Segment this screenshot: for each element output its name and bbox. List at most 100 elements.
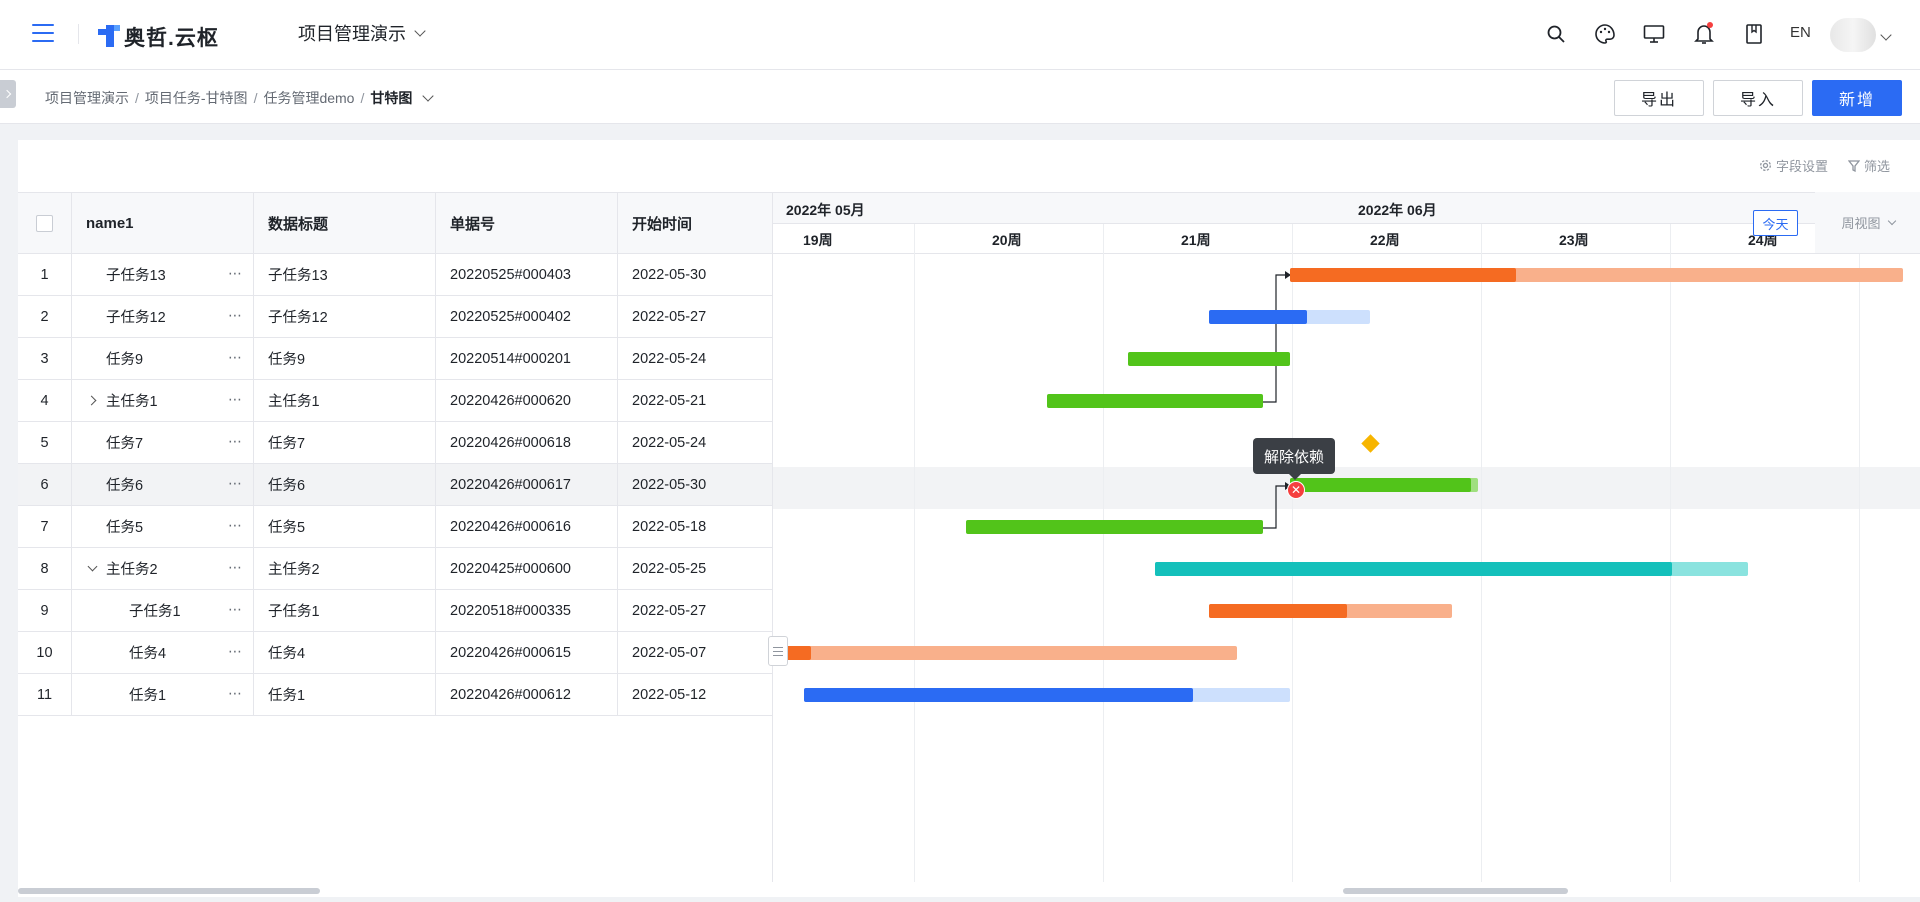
card-toolbar: 字段设置 筛选 (1739, 156, 1890, 175)
table-scrollbar[interactable] (18, 888, 320, 894)
palette-icon[interactable] (1591, 20, 1619, 48)
gantt-chart: 2022年 05月 2022年 06月 19周 20周 21周 22周 23周 24周 今… (772, 192, 1920, 882)
project-select[interactable]: 项目管理演示 (298, 20, 426, 46)
name-cell[interactable]: 主任务1 ⋯ (72, 380, 254, 421)
gantt-scrollbar[interactable] (1343, 888, 1568, 894)
more-icon[interactable]: ⋯ (228, 601, 243, 618)
book-icon[interactable] (1740, 20, 1768, 48)
today-button[interactable]: 今天 (1753, 210, 1798, 236)
more-icon[interactable]: ⋯ (228, 349, 243, 366)
task-bar[interactable] (1155, 562, 1672, 576)
more-icon[interactable]: ⋯ (228, 391, 243, 408)
breadcrumb-bar: 项目管理演示 / 项目任务-甘特图 / 任务管理demo / 甘特图 导出 导入… (0, 70, 1920, 124)
table-row[interactable]: 4 主任务1 ⋯ 主任务1 20220426#000620 2022-05-21 (18, 380, 772, 422)
view-select-label: 周视图 (1841, 216, 1881, 231)
table-row[interactable]: 9 子任务1 ⋯ 子任务1 20220518#000335 2022-05-27 (18, 590, 772, 632)
field-settings-button[interactable]: 字段设置 (1759, 156, 1828, 175)
more-icon[interactable]: ⋯ (228, 307, 243, 324)
breadcrumb-separator: / (360, 90, 365, 106)
task-name: 任务6 (106, 478, 144, 494)
chevron-down-icon[interactable] (86, 562, 100, 576)
name-cell[interactable]: 子任务13 ⋯ (72, 254, 254, 295)
more-icon[interactable]: ⋯ (228, 265, 243, 282)
task-bar[interactable] (1290, 268, 1516, 282)
column-header[interactable]: 开始时间 (618, 193, 772, 253)
start-cell: 2022-05-12 (632, 686, 707, 703)
breadcrumb-item[interactable]: 项目管理演示 (45, 88, 129, 108)
code-cell: 20220525#000403 (436, 254, 618, 295)
task-bar[interactable] (1128, 352, 1290, 366)
table-row[interactable]: 1 子任务13 ⋯ 子任务13 20220525#000403 2022-05-30 (18, 254, 772, 296)
code-cell: 20220514#000201 (436, 338, 618, 379)
code-cell: 20220518#000335 (436, 590, 618, 631)
table-row[interactable]: 3 任务9 ⋯ 任务9 20220514#000201 2022-05-24 (18, 338, 772, 380)
name-cell[interactable]: 子任务1 ⋯ (72, 590, 254, 631)
name-cell[interactable]: 任务1 ⋯ (72, 674, 254, 715)
breadcrumb-item[interactable]: 项目任务-甘特图 (145, 88, 248, 108)
menu-icon[interactable] (32, 22, 54, 44)
sidebar-expand-icon[interactable] (0, 80, 16, 108)
export-button[interactable]: 导出 (1614, 80, 1704, 116)
gantt-canvas (1263, 271, 1380, 529)
avatar[interactable] (1830, 18, 1876, 52)
table-row[interactable]: 6 任务6 ⋯ 任务6 20220426#000617 2022-05-30 (18, 464, 772, 506)
table-row[interactable]: 11 任务1 ⋯ 任务1 20220426#000612 2022-05-12 (18, 674, 772, 716)
breadcrumb-current[interactable]: 甘特图 (370, 88, 412, 108)
chevron-down-icon[interactable] (1880, 26, 1892, 44)
more-icon[interactable]: ⋯ (228, 643, 243, 660)
start-cell: 2022-05-24 (632, 434, 707, 451)
table-row[interactable]: 5 任务7 ⋯ 任务7 20220426#000618 2022-05-24 (18, 422, 772, 464)
divider (78, 24, 79, 44)
filter-button[interactable]: 筛选 (1847, 156, 1890, 175)
import-button[interactable]: 导入 (1713, 80, 1803, 116)
task-bar[interactable] (1047, 394, 1263, 408)
chevron-right-icon[interactable] (86, 394, 100, 408)
task-bar[interactable] (1290, 478, 1471, 492)
more-icon[interactable]: ⋯ (228, 517, 243, 534)
select-all-checkbox[interactable] (36, 214, 53, 232)
monitor-icon[interactable] (1640, 20, 1668, 48)
more-icon[interactable]: ⋯ (228, 685, 243, 702)
week-gridline (1481, 224, 1482, 882)
unlink-dependency-icon[interactable]: ✕ (1287, 481, 1305, 499)
name-cell[interactable]: 任务4 ⋯ (72, 632, 254, 673)
name-cell[interactable]: 主任务2 ⋯ (72, 548, 254, 589)
milestone-marker[interactable] (1361, 434, 1380, 453)
logo[interactable]: 奥哲.云枢 (98, 22, 219, 52)
table-row[interactable]: 8 主任务2 ⋯ 主任务2 20220425#000600 2022-05-25 (18, 548, 772, 590)
task-bar[interactable] (1209, 604, 1347, 618)
split-handle-icon[interactable] (768, 636, 788, 666)
language-switch[interactable]: EN (1790, 24, 1811, 41)
add-button[interactable]: 新增 (1812, 80, 1902, 116)
task-table: name1 数据标题 单据号 开始时间 1 子任务13 ⋯ 子任务13 20220525… (18, 192, 772, 716)
column-header[interactable]: 单据号 (436, 193, 618, 253)
more-icon[interactable]: ⋯ (228, 433, 243, 450)
chevron-down-icon[interactable] (422, 90, 435, 102)
table-row[interactable]: 7 任务5 ⋯ 任务5 20220426#000616 2022-05-18 (18, 506, 772, 548)
week-gridline (1670, 224, 1671, 882)
more-icon[interactable]: ⋯ (228, 475, 243, 492)
code-cell: 20220426#000616 (436, 506, 618, 547)
name-cell[interactable]: 任务6 ⋯ (72, 464, 254, 505)
name-cell[interactable]: 任务5 ⋯ (72, 506, 254, 547)
column-header[interactable]: name1 (72, 193, 254, 253)
task-name: 子任务13 (106, 268, 166, 284)
task-bar[interactable] (804, 688, 1193, 702)
start-cell: 2022-05-30 (632, 266, 707, 283)
more-icon[interactable]: ⋯ (228, 559, 243, 576)
name-cell[interactable]: 任务7 ⋯ (72, 422, 254, 463)
task-bar[interactable] (966, 520, 1263, 534)
task-bar[interactable] (1209, 310, 1307, 324)
row-number: 2 (18, 296, 72, 337)
start-cell: 2022-05-27 (632, 308, 707, 325)
table-row[interactable]: 2 子任务12 ⋯ 子任务12 20220525#000402 2022-05-27 (18, 296, 772, 338)
name-cell[interactable]: 子任务12 ⋯ (72, 296, 254, 337)
task-bar-remaining[interactable] (773, 646, 1237, 660)
view-select[interactable]: 周视图 (1815, 192, 1920, 254)
search-icon[interactable] (1542, 20, 1570, 48)
table-row[interactable]: 10 任务4 ⋯ 任务4 20220426#000615 2022-05-07 (18, 632, 772, 674)
breadcrumb-item[interactable]: 任务管理demo (263, 88, 354, 108)
bell-icon[interactable] (1690, 20, 1718, 48)
name-cell[interactable]: 任务9 ⋯ (72, 338, 254, 379)
column-header[interactable]: 数据标题 (254, 193, 436, 253)
